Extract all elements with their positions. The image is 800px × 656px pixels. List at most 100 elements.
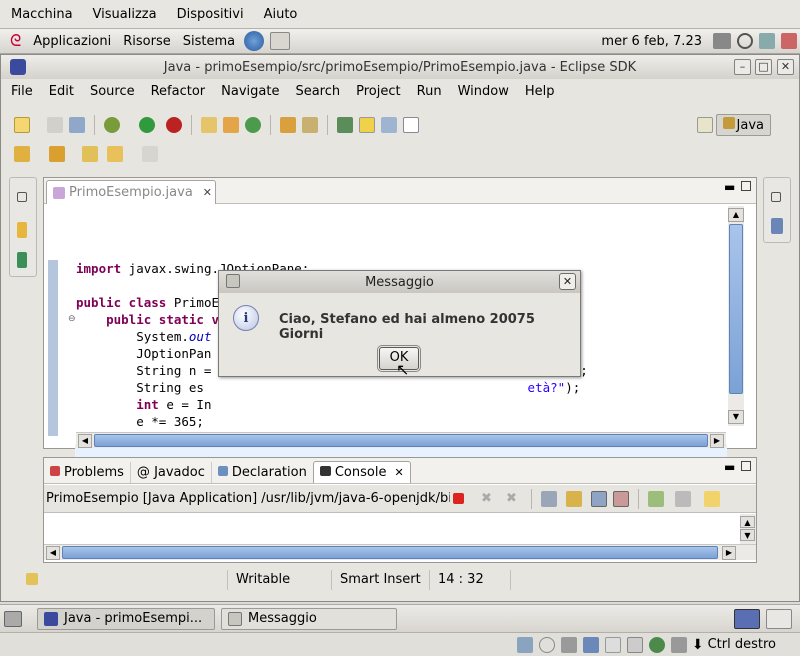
fold-icon[interactable]: ⊖: [68, 314, 76, 324]
scroll-up-button[interactable]: ▲: [728, 208, 744, 222]
open-console-icon[interactable]: [704, 490, 720, 507]
task-messaggio[interactable]: Messaggio: [221, 607, 397, 630]
code-line[interactable]: String es età?");: [76, 379, 726, 396]
debian-logo-icon[interactable]: ᘓ: [10, 31, 21, 51]
mark-occurrences-icon[interactable]: [359, 117, 375, 133]
mail-icon[interactable]: [270, 32, 291, 50]
console-tab-close-button[interactable]: ✕: [394, 466, 403, 479]
new-type-icon[interactable]: [245, 117, 261, 133]
panel-applications[interactable]: Applicazioni: [27, 34, 117, 49]
console-scroll-down-button[interactable]: ▼: [740, 529, 755, 541]
panel-system[interactable]: Sistema: [177, 34, 241, 49]
menu-help[interactable]: Help: [515, 84, 561, 99]
new-class-icon[interactable]: [223, 117, 239, 133]
code-line[interactable]: e *= 365;: [76, 413, 726, 430]
open-perspective-icon[interactable]: [696, 117, 713, 133]
tab-javadoc[interactable]: @ Javadoc: [129, 462, 211, 483]
minimize-console-icon[interactable]: ▬: [724, 460, 735, 474]
print-icon[interactable]: [69, 117, 85, 133]
hard-disk-icon[interactable]: [516, 636, 533, 653]
perspective-java[interactable]: Java: [715, 114, 771, 136]
vbox-menu-machine[interactable]: Macchina: [0, 7, 82, 22]
package-explorer-icon[interactable]: [17, 222, 27, 238]
display-console-icon[interactable]: [675, 490, 691, 507]
menu-refactor[interactable]: Refactor: [141, 84, 212, 99]
block-selection-icon[interactable]: [381, 117, 397, 133]
next-annotation-icon[interactable]: [337, 117, 353, 133]
menu-run[interactable]: Run: [407, 84, 448, 99]
tab-console[interactable]: Console ✕: [312, 461, 411, 483]
dialog-close-button[interactable]: ✕: [559, 273, 576, 290]
restore-right-icon[interactable]: [771, 192, 781, 202]
menu-navigate[interactable]: Navigate: [211, 84, 285, 99]
show-whitespace-icon[interactable]: [403, 117, 419, 133]
pin-console-icon[interactable]: [648, 490, 664, 507]
task-eclipse[interactable]: Java - primoEsempi...: [37, 607, 215, 630]
panel-places[interactable]: Risorse: [117, 34, 177, 49]
remove-launch-icon[interactable]: ✖: [481, 491, 497, 507]
next-edit-icon[interactable]: [14, 146, 30, 162]
open-type-icon[interactable]: [280, 117, 296, 133]
back-icon[interactable]: [107, 146, 123, 162]
scroll-thumb[interactable]: [729, 224, 743, 394]
scroll-left-button[interactable]: ◀: [78, 434, 92, 448]
volume-icon[interactable]: [713, 33, 731, 49]
clear-console-icon[interactable]: [541, 490, 557, 507]
console-scroll-right-button[interactable]: ▶: [722, 546, 736, 560]
menu-source[interactable]: Source: [80, 84, 141, 99]
dialog-titlebar[interactable]: Messaggio ✕: [219, 271, 580, 293]
web-browser-icon[interactable]: [244, 31, 265, 51]
minimize-view-icon[interactable]: ▬: [724, 180, 735, 194]
panel-clock[interactable]: mer 6 feb, 7.23: [601, 34, 702, 49]
tab-declaration[interactable]: Declaration: [210, 462, 313, 483]
window-titlebar[interactable]: Java - primoEsempio/src/primoEsempio/Pri…: [1, 55, 799, 79]
search-icon[interactable]: [737, 33, 753, 49]
editor-tab-close-button[interactable]: ✕: [203, 186, 212, 199]
mouse-integration-icon[interactable]: [648, 636, 665, 653]
network-adapter-icon[interactable]: [582, 636, 599, 653]
menu-edit[interactable]: Edit: [39, 84, 80, 99]
console-vscrollbar[interactable]: ▲ ▼: [740, 514, 756, 544]
new-package-icon[interactable]: [201, 117, 217, 133]
debug-icon[interactable]: [104, 117, 120, 133]
last-edit-icon[interactable]: [82, 146, 98, 162]
fast-view-icon[interactable]: [26, 573, 38, 585]
new-icon[interactable]: [14, 117, 30, 133]
shared-folders-icon[interactable]: [604, 636, 621, 653]
usb-icon[interactable]: [626, 636, 643, 653]
vbox-menu-help[interactable]: Aiuto: [253, 7, 307, 22]
outline-icon[interactable]: [771, 218, 783, 234]
network-icon[interactable]: [759, 33, 775, 49]
tab-problems[interactable]: Problems: [44, 462, 130, 483]
restore-icon[interactable]: [17, 192, 27, 202]
menu-file[interactable]: File: [1, 84, 39, 99]
console-scroll-up-button[interactable]: ▲: [740, 516, 755, 528]
menu-window[interactable]: Window: [448, 84, 515, 99]
show-desktop-icon[interactable]: [4, 610, 22, 627]
audio-icon[interactable]: [560, 636, 577, 653]
external-tools-icon[interactable]: [166, 117, 182, 133]
editor-tab[interactable]: PrimoEsempio.java ✕: [46, 180, 216, 204]
editor-vscrollbar[interactable]: ▲ ▼: [728, 206, 744, 426]
menu-search[interactable]: Search: [285, 84, 346, 99]
save-icon[interactable]: [47, 117, 63, 133]
hscroll-thumb[interactable]: [94, 434, 708, 447]
search-tool-icon[interactable]: [302, 117, 318, 133]
show-on-stderr-icon[interactable]: [613, 490, 629, 507]
show-on-stdout-icon[interactable]: [591, 490, 607, 507]
console-hscrollbar[interactable]: ◀ ▶: [44, 544, 756, 560]
close-button[interactable]: ✕: [777, 59, 794, 75]
menu-project[interactable]: Project: [346, 84, 406, 99]
maximize-button[interactable]: □: [755, 59, 772, 75]
hierarchy-icon[interactable]: [17, 252, 27, 268]
maximize-console-icon[interactable]: [741, 461, 751, 471]
editor-hscrollbar[interactable]: ◀ ▶: [76, 432, 726, 448]
workspace-1-icon[interactable]: [734, 608, 760, 629]
prev-edit-icon[interactable]: [49, 146, 65, 162]
clipboard-icon[interactable]: [781, 33, 797, 49]
scroll-down-button[interactable]: ▼: [728, 410, 744, 424]
forward-icon[interactable]: [142, 146, 158, 162]
scroll-lock-icon[interactable]: [566, 490, 582, 507]
vbox-menu-devices[interactable]: Dispositivi: [166, 7, 253, 22]
minimize-button[interactable]: –: [734, 59, 751, 75]
